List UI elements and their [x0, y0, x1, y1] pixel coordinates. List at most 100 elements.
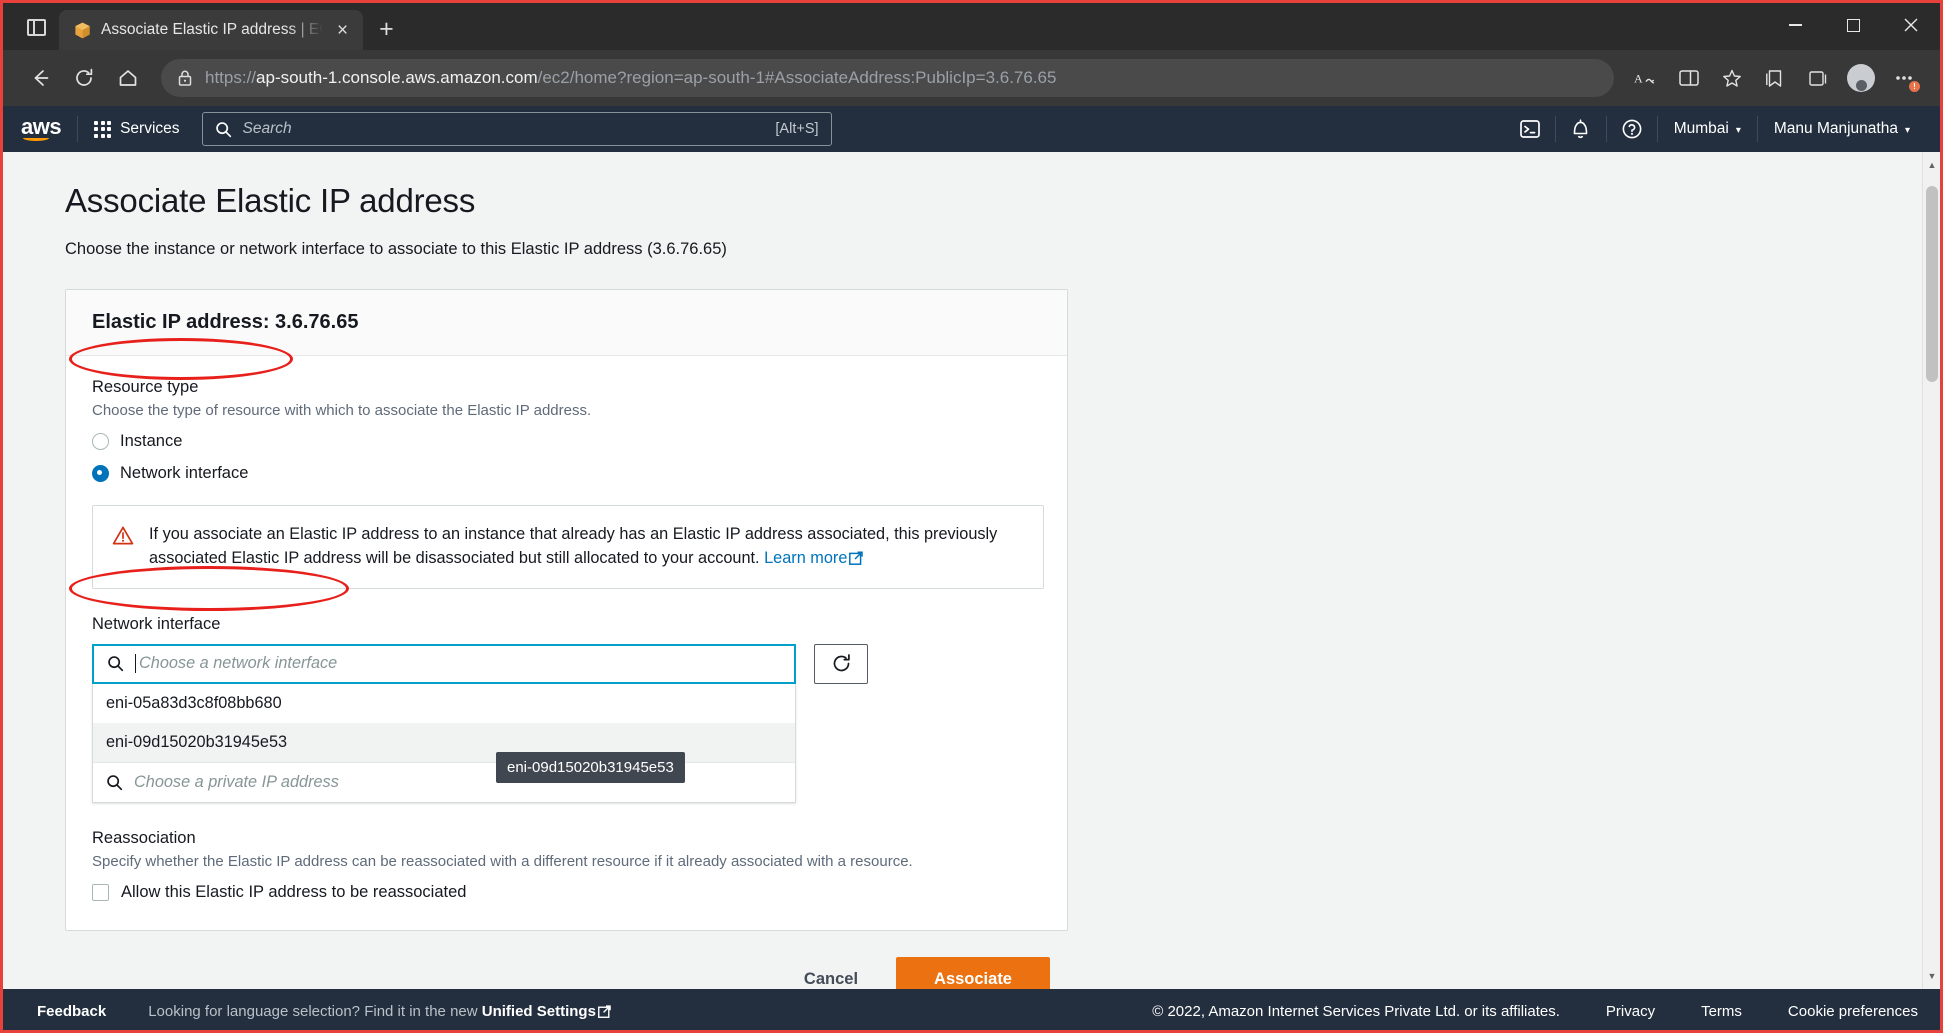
scroll-down-arrow-icon[interactable]: ▼: [1923, 967, 1940, 985]
tab-actions-icon[interactable]: [13, 7, 59, 47]
help-button[interactable]: [1607, 106, 1657, 152]
feedback-link[interactable]: Feedback: [37, 1003, 106, 1020]
external-link-icon: [849, 551, 864, 565]
read-aloud-button[interactable]: A: [1626, 58, 1666, 98]
radio-option-instance[interactable]: Instance: [92, 432, 182, 451]
page-content: Associate Elastic IP address Choose the …: [3, 152, 1940, 989]
add-favorite-button[interactable]: [1712, 58, 1752, 98]
reload-button[interactable]: [63, 57, 105, 99]
close-tab-icon[interactable]: ×: [332, 19, 353, 42]
radio-label-instance: Instance: [120, 432, 183, 450]
url-path: /ec2/home?region=ap-south-1#AssociateAdd…: [537, 68, 1057, 87]
footer-right-group: © 2022, Amazon Internet Services Private…: [1152, 1003, 1918, 1020]
external-link-icon: [597, 1004, 611, 1018]
card-header: Elastic IP address: 3.6.76.65: [66, 290, 1067, 356]
minimize-button[interactable]: [1766, 3, 1824, 47]
associate-form-card: Elastic IP address: 3.6.76.65 Resource t…: [65, 289, 1068, 931]
radio-button-network-interface[interactable]: [92, 465, 109, 482]
copyright-text: © 2022, Amazon Internet Services Private…: [1152, 1002, 1560, 1020]
back-arrow-icon: [34, 70, 49, 86]
warning-triangle-icon: [112, 526, 134, 545]
learn-more-label: Learn more: [764, 548, 848, 567]
favorites-bar-button[interactable]: [1755, 58, 1795, 98]
region-label: Mumbai: [1673, 120, 1729, 137]
region-selector[interactable]: Mumbai ▾: [1658, 106, 1757, 152]
aws-console-header: aws Services Search [Alt+S] Mumbai ▾ Man…: [3, 106, 1940, 152]
collections-button[interactable]: [1798, 58, 1838, 98]
private-ip-input[interactable]: Choose a private IP address: [93, 761, 795, 802]
network-interface-input[interactable]: Choose a network interface: [92, 643, 796, 684]
notifications-button[interactable]: [1556, 106, 1606, 152]
text-cursor: [135, 654, 136, 674]
star-icon: [1723, 69, 1741, 87]
card-header-title: Elastic IP address: 3.6.76.65: [92, 311, 359, 333]
aws-console-footer: Feedback Looking for language selection?…: [3, 989, 1940, 1030]
reassociation-checkbox[interactable]: [92, 883, 109, 901]
chevron-down-icon: ▾: [1735, 124, 1741, 136]
radio-button-instance[interactable]: [92, 433, 109, 450]
more-options-button[interactable]: !: [1884, 58, 1924, 98]
search-icon: [107, 774, 123, 790]
services-menu-button[interactable]: Services: [78, 111, 195, 147]
network-interface-label: Network interface: [92, 614, 221, 633]
resource-type-description: Choose the type of resource with which t…: [92, 402, 592, 419]
search-icon: [215, 121, 231, 137]
search-icon: [108, 656, 124, 672]
cancel-button[interactable]: Cancel: [804, 970, 858, 989]
aws-logo[interactable]: aws: [21, 114, 77, 141]
refresh-icon: [833, 654, 850, 672]
warning-alert-text: If you associate an Elastic IP address t…: [149, 523, 1024, 571]
browser-essentials-icon: [1809, 70, 1827, 86]
privacy-link[interactable]: Privacy: [1606, 1003, 1655, 1020]
new-tab-icon[interactable]: +: [379, 17, 394, 42]
browser-window: Associate Elastic IP address | EC2 × + h…: [0, 0, 1943, 1033]
back-button[interactable]: [19, 57, 61, 99]
warning-alert: If you associate an Elastic IP address t…: [92, 505, 1044, 589]
form-actions: Cancel Associate: [65, 956, 1068, 989]
dropdown-option-eni-1[interactable]: eni-05a83d3c8f08bb680: [93, 684, 795, 723]
browser-tab-strip: Associate Elastic IP address | EC2 × +: [3, 3, 1940, 50]
toolbar-actions: A !: [1626, 58, 1924, 98]
cookie-preferences-link[interactable]: Cookie preferences: [1788, 1003, 1918, 1020]
learn-more-link[interactable]: Learn more: [764, 548, 864, 567]
unified-settings-link[interactable]: Unified Settings: [482, 1003, 596, 1020]
update-badge: !: [1909, 81, 1920, 92]
browser-tab-title: Associate Elastic IP address | EC2: [101, 21, 323, 38]
dropdown-option-eni-2[interactable]: eni-09d15020b31945e53: [93, 722, 795, 762]
scrollbar-thumb[interactable]: [1926, 186, 1938, 382]
scroll-up-arrow-icon[interactable]: ▲: [1923, 156, 1940, 174]
services-label: Services: [120, 120, 180, 137]
home-icon: [119, 70, 137, 86]
maximize-button[interactable]: [1824, 3, 1882, 47]
language-selection-note: Looking for language selection? Find it …: [148, 1003, 611, 1020]
page-title: Associate Elastic IP address: [65, 182, 476, 219]
account-menu[interactable]: Manu Manjunatha ▾: [1758, 106, 1926, 152]
question-mark-icon: [1622, 119, 1642, 139]
warning-alert-message: If you associate an Elastic IP address t…: [149, 525, 998, 567]
home-button[interactable]: [107, 57, 149, 99]
reassociation-section: Reassociation Specify whether the Elasti…: [92, 829, 1041, 902]
address-bar[interactable]: https://ap-south-1.console.aws.amazon.co…: [161, 59, 1614, 97]
svg-text:A: A: [1634, 72, 1643, 86]
associate-button[interactable]: Associate: [896, 956, 1050, 989]
chevron-down-icon: ▾: [1904, 124, 1910, 136]
account-label: Manu Manjunatha: [1773, 120, 1898, 137]
reassociation-checkbox-label: Allow this Elastic IP address to be reas…: [121, 882, 467, 901]
radio-option-network-interface[interactable]: Network interface: [92, 464, 248, 483]
console-search-box[interactable]: Search [Alt+S]: [201, 112, 832, 146]
grid-menu-icon: [94, 120, 112, 138]
profile-button[interactable]: [1841, 58, 1881, 98]
cloudshell-icon: [1519, 120, 1540, 138]
refresh-button[interactable]: [814, 643, 868, 684]
reassociation-checkbox-row[interactable]: Allow this Elastic IP address to be reas…: [92, 883, 1041, 902]
page-scrollbar[interactable]: ▲ ▼: [1922, 152, 1940, 989]
radio-label-network-interface: Network interface: [120, 464, 249, 482]
cloudshell-button[interactable]: [1505, 106, 1555, 152]
terms-link[interactable]: Terms: [1701, 1003, 1742, 1020]
close-window-button[interactable]: [1882, 3, 1940, 47]
split-screen-icon: [1679, 70, 1699, 86]
browser-tab[interactable]: Associate Elastic IP address | EC2 ×: [59, 10, 364, 50]
network-interface-combobox: Choose a network interface eni-05a83d3c8…: [92, 643, 796, 803]
browser-toolbar: https://ap-south-1.console.aws.amazon.co…: [3, 50, 1940, 106]
split-screen-button[interactable]: [1669, 58, 1709, 98]
